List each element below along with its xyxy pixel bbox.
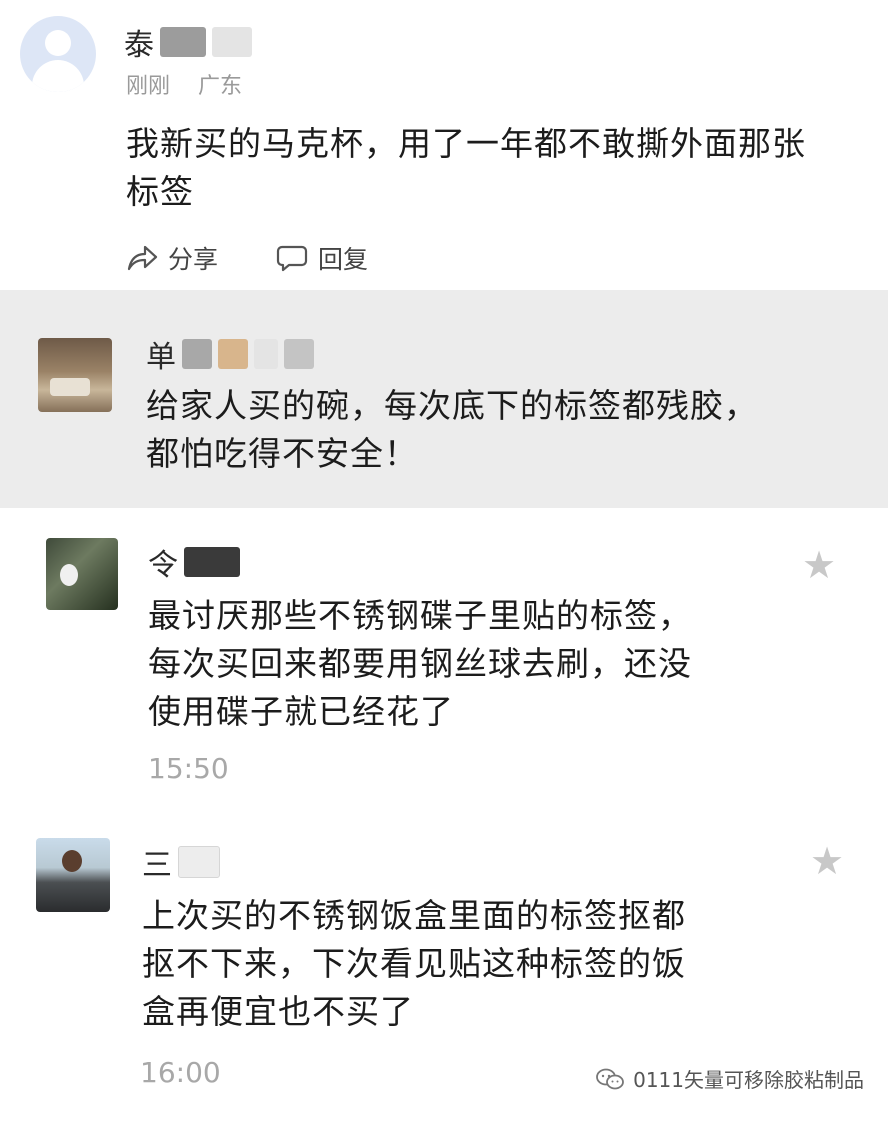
share-arrow-icon	[127, 245, 158, 271]
wechat-icon	[596, 1068, 624, 1089]
reply-button[interactable]: 回复	[276, 240, 368, 276]
comment-text-line: 给家人买的碗，每次底下的标签都残胶，	[146, 386, 758, 425]
comment-text: 我新买的马克杯，用了一年都不敢撕外面那张 标签	[126, 120, 806, 216]
comment-text-line: 抠不下来，下次看见贴这种标签的饭	[142, 944, 686, 983]
username-text: 泰	[124, 28, 154, 63]
comment-1: 泰 刚刚 广东 我新买的马克杯，用了一年都不敢撕外面那张 标签 分享 回复	[0, 0, 888, 290]
star-icon[interactable]: ★	[810, 842, 844, 880]
comment-meta: 刚刚 广东	[126, 68, 242, 100]
avatar-head	[45, 30, 71, 56]
redacted-name	[184, 547, 240, 577]
star-icon[interactable]: ★	[802, 546, 836, 584]
redacted-name	[212, 27, 252, 57]
comment-text-line: 盒再便宜也不买了	[142, 992, 414, 1031]
username[interactable]: 令	[148, 540, 240, 584]
comment-text-line: 都怕吃得不安全！	[146, 434, 418, 473]
redacted-name	[284, 339, 314, 369]
reply-label: 回复	[318, 245, 369, 274]
watermark-text: 0111矢量可移除胶粘制品	[633, 1068, 864, 1092]
comment-text-line: 最讨厌那些不锈钢碟子里贴的标签，	[148, 596, 692, 635]
comment-text-line: 每次买回来都要用钢丝球去刷，还没	[148, 644, 692, 683]
avatar-detail	[50, 378, 90, 396]
avatar-detail	[60, 564, 78, 586]
redacted-name	[178, 846, 220, 878]
comment-text: 给家人买的碗，每次底下的标签都残胶， 都怕吃得不安全！	[146, 382, 758, 478]
avatar[interactable]	[36, 838, 110, 912]
comment-2: 单 给家人买的碗，每次底下的标签都残胶， 都怕吃得不安全！	[0, 290, 888, 508]
redacted-name	[218, 339, 248, 369]
redacted-name	[254, 339, 278, 369]
comment-text-line: 标签	[126, 172, 194, 211]
redacted-name	[160, 27, 206, 57]
comment-time: 15:50	[148, 752, 229, 785]
username[interactable]: 泰	[124, 20, 252, 64]
location: 广东	[198, 74, 243, 99]
avatar[interactable]	[38, 338, 112, 412]
username-text: 令	[148, 548, 178, 583]
avatar-body	[32, 60, 84, 92]
username-text: 三	[142, 848, 172, 883]
comment-text: 最讨厌那些不锈钢碟子里贴的标签， 每次买回来都要用钢丝球去刷，还没 使用碟子就已…	[148, 592, 692, 736]
username[interactable]: 单	[146, 332, 314, 376]
avatar-detail	[62, 850, 82, 872]
comment-text-line: 上次买的不锈钢饭盒里面的标签抠都	[142, 896, 686, 935]
speech-bubble-icon	[276, 245, 308, 272]
username-text: 单	[146, 340, 176, 375]
share-label: 分享	[168, 245, 219, 274]
watermark: 0111矢量可移除胶粘制品	[595, 1064, 864, 1093]
avatar[interactable]	[20, 16, 96, 92]
comment-time: 16:00	[140, 1056, 221, 1089]
time-ago: 刚刚	[126, 74, 171, 99]
comment-3: 令 ★ 最讨厌那些不锈钢碟子里贴的标签， 每次买回来都要用钢丝球去刷，还没 使用…	[0, 508, 888, 798]
comment-text: 上次买的不锈钢饭盒里面的标签抠都 抠不下来，下次看见贴这种标签的饭 盒再便宜也不…	[142, 892, 686, 1036]
avatar[interactable]	[46, 538, 118, 610]
username[interactable]: 三	[142, 840, 220, 884]
redacted-name	[182, 339, 212, 369]
share-button[interactable]: 分享	[126, 240, 218, 276]
comment-text-line: 使用碟子就已经花了	[148, 692, 454, 731]
comment-text-line: 我新买的马克杯，用了一年都不敢撕外面那张	[126, 124, 806, 163]
